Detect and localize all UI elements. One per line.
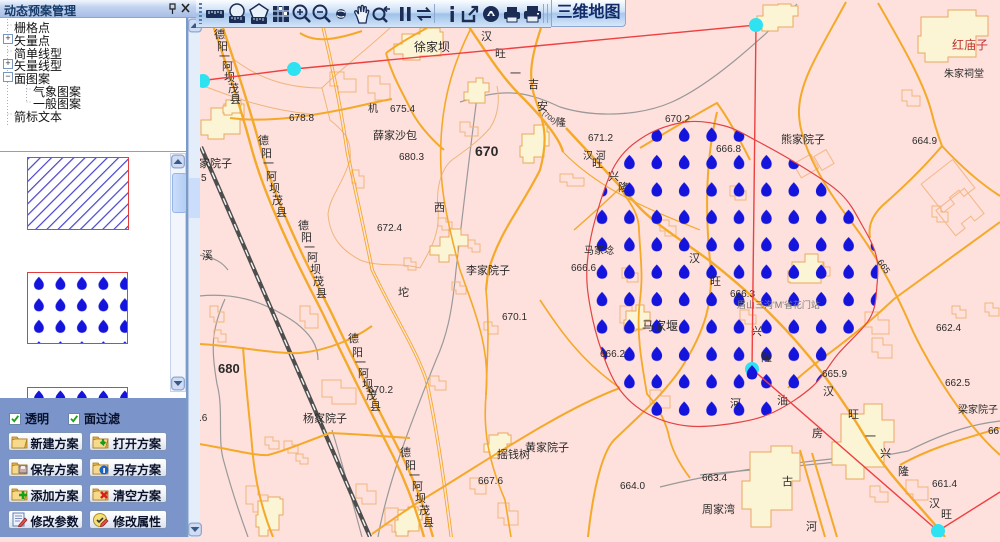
svg-text:兴: 兴 bbox=[880, 447, 891, 460]
svg-text:.6: .6 bbox=[199, 413, 208, 424]
svg-text:671.2: 671.2 bbox=[588, 133, 613, 144]
svg-text:汉: 汉 bbox=[689, 252, 700, 265]
svg-text:河: 河 bbox=[730, 397, 741, 410]
svg-text:溪: 溪 bbox=[202, 249, 213, 262]
svg-text:一: 一 bbox=[510, 68, 521, 80]
svg-text:旺: 旺 bbox=[710, 276, 721, 288]
svg-text:徐家坝: 徐家坝 bbox=[414, 39, 450, 54]
svg-text:667.6: 667.6 bbox=[478, 476, 503, 487]
svg-text:680: 680 bbox=[218, 361, 240, 376]
svg-text:663.4: 663.4 bbox=[702, 473, 727, 484]
svg-text:县: 县 bbox=[230, 93, 241, 106]
svg-text:黄家院子: 黄家院子 bbox=[525, 440, 569, 454]
svg-text:县: 县 bbox=[370, 400, 381, 413]
svg-text:茂: 茂 bbox=[419, 503, 430, 517]
svg-text:杨家院子: 杨家院子 bbox=[303, 411, 347, 425]
svg-text:665.9: 665.9 bbox=[822, 369, 847, 380]
svg-text:德: 德 bbox=[214, 27, 225, 41]
svg-text:茂: 茂 bbox=[272, 193, 283, 207]
svg-text:眉山三沟'M'省花门站: 眉山三沟'M'省花门站 bbox=[737, 299, 820, 310]
svg-text:梁家院子: 梁家院子 bbox=[958, 403, 998, 416]
svg-text:机: 机 bbox=[368, 102, 378, 115]
svg-text:家院子: 家院子 bbox=[199, 156, 232, 170]
svg-text:吉: 吉 bbox=[528, 78, 539, 91]
svg-text:西: 西 bbox=[434, 202, 445, 214]
svg-text:薛家沙包: 薛家沙包 bbox=[373, 128, 417, 142]
svg-text:茂: 茂 bbox=[313, 274, 324, 288]
svg-text:隆: 隆 bbox=[761, 350, 772, 364]
svg-text:5: 5 bbox=[201, 173, 207, 184]
svg-text:坨: 坨 bbox=[398, 285, 409, 299]
svg-text:马家埝: 马家埝 bbox=[584, 244, 614, 257]
svg-text:670.2: 670.2 bbox=[368, 385, 393, 396]
svg-text:阿: 阿 bbox=[412, 480, 423, 493]
svg-text:666.2: 666.2 bbox=[600, 349, 625, 360]
svg-text:坝: 坝 bbox=[415, 491, 426, 505]
svg-text:675.4: 675.4 bbox=[390, 104, 415, 115]
svg-text:662.4: 662.4 bbox=[936, 323, 961, 334]
svg-text:古: 古 bbox=[782, 475, 793, 488]
svg-text:666.6: 666.6 bbox=[571, 263, 596, 274]
svg-text:662.5: 662.5 bbox=[945, 378, 970, 389]
svg-text:旺: 旺 bbox=[941, 509, 952, 521]
svg-text:坝: 坝 bbox=[269, 181, 280, 195]
svg-text:茂: 茂 bbox=[228, 81, 239, 95]
svg-text:672.4: 672.4 bbox=[377, 223, 402, 234]
svg-text:熊家院子: 熊家院子 bbox=[781, 132, 825, 146]
svg-text:县: 县 bbox=[316, 287, 327, 300]
svg-text:670: 670 bbox=[475, 143, 499, 159]
svg-text:德: 德 bbox=[258, 133, 269, 147]
svg-text:670.1: 670.1 bbox=[502, 312, 527, 323]
svg-text:李家院子: 李家院子 bbox=[466, 263, 510, 277]
svg-text:汉: 汉 bbox=[481, 30, 492, 43]
svg-text:旺: 旺 bbox=[848, 409, 859, 421]
svg-text:一: 一 bbox=[865, 431, 876, 443]
svg-text:阿: 阿 bbox=[307, 251, 318, 264]
svg-text:661.4: 661.4 bbox=[932, 479, 957, 490]
svg-text:664.0: 664.0 bbox=[620, 481, 645, 492]
svg-text:汉: 汉 bbox=[823, 385, 834, 398]
svg-text:德: 德 bbox=[348, 331, 359, 345]
svg-text:666.3: 666.3 bbox=[730, 289, 755, 300]
svg-text:马家堰: 马家堰 bbox=[642, 318, 678, 333]
svg-text:旺: 旺 bbox=[592, 158, 603, 170]
svg-text:一: 一 bbox=[263, 158, 274, 170]
svg-text:664.9: 664.9 bbox=[912, 136, 937, 147]
svg-text:678.8: 678.8 bbox=[289, 113, 314, 124]
svg-text:阿: 阿 bbox=[266, 170, 277, 183]
svg-text:德: 德 bbox=[400, 445, 411, 459]
svg-text:隆: 隆 bbox=[898, 464, 909, 478]
svg-text:德: 德 bbox=[298, 218, 309, 232]
svg-text:县: 县 bbox=[423, 516, 434, 529]
svg-text:县: 县 bbox=[276, 206, 287, 219]
svg-text:朱家祠堂: 朱家祠堂 bbox=[944, 67, 984, 80]
svg-text:680.3: 680.3 bbox=[399, 152, 424, 163]
svg-text:666.8: 666.8 bbox=[716, 144, 741, 155]
svg-text:红庙子: 红庙子 bbox=[952, 37, 988, 52]
svg-text:汉: 汉 bbox=[929, 497, 940, 510]
svg-text:坝: 坝 bbox=[310, 262, 321, 276]
svg-text:周家湾: 周家湾 bbox=[702, 502, 735, 516]
svg-text:隆: 隆 bbox=[556, 116, 566, 129]
svg-text:河: 河 bbox=[806, 520, 817, 533]
svg-text:66: 66 bbox=[988, 426, 1000, 437]
